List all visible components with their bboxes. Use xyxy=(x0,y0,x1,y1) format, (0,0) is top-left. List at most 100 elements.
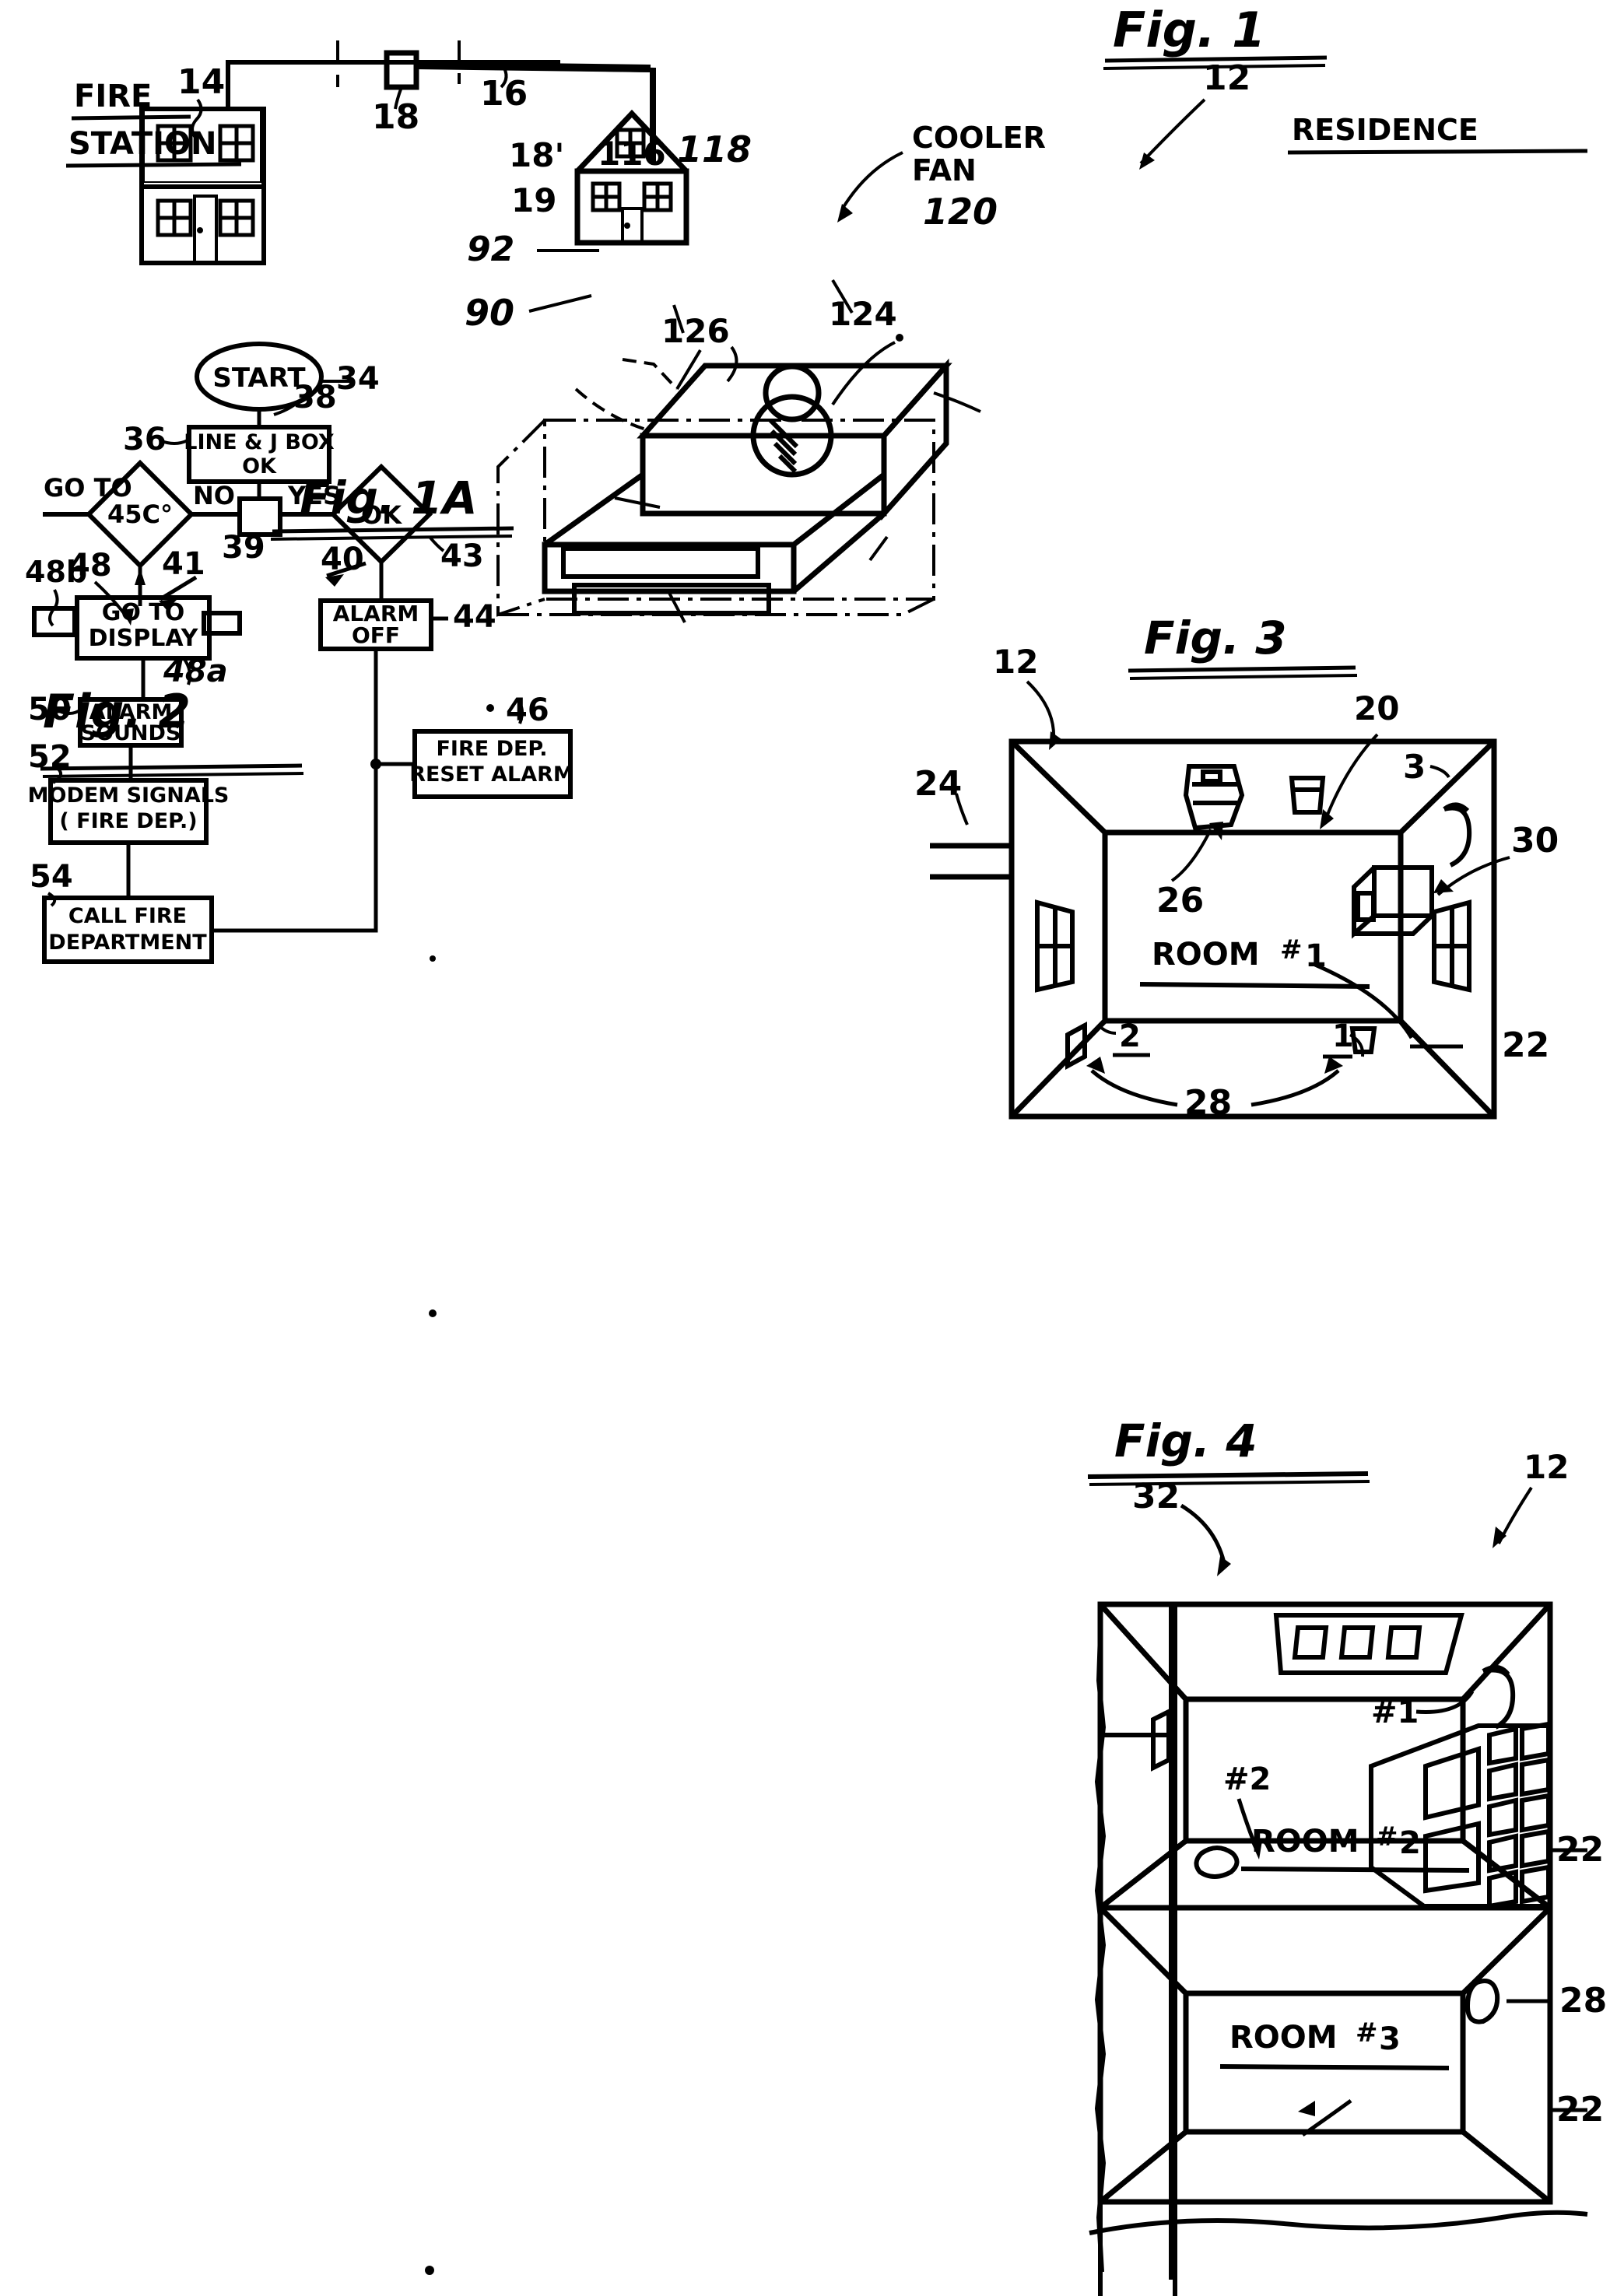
ref-126: 126 xyxy=(661,312,730,350)
ref-12-fig1: 12 xyxy=(1203,58,1250,98)
room2-label-hash: # xyxy=(1376,1821,1398,1853)
room1-label: ROOM # 1 xyxy=(1139,934,1370,989)
flow-node-modem-line2: ( FIRE DEP.) xyxy=(59,809,197,833)
figure-2: Fig. 2 START 34 38 LINE & J BOX OK 36 39… xyxy=(25,342,574,964)
ref-20: 20 xyxy=(1354,689,1399,727)
flow-node-call-fire: CALL FIRE DEPARTMENT 54 xyxy=(30,859,214,964)
transmission-line xyxy=(226,40,656,165)
ref-16: 16 xyxy=(480,74,528,114)
ref-92: 92 xyxy=(467,230,514,269)
device-slots xyxy=(561,546,771,615)
ref-38: 38 xyxy=(293,380,337,415)
flow-node-modem-signals: MODEM SIGNALS ( FIRE DEP.) 52 xyxy=(28,739,230,845)
detector-2-label: 2 xyxy=(1119,1018,1141,1054)
room3-label-word: ROOM xyxy=(1229,2020,1338,2056)
residence-caption: RESIDENCE xyxy=(1287,113,1588,155)
figure-3: Fig. 3 12 20 24 26 3 30 ROOM # 1 22 2 1 … xyxy=(914,612,1559,1123)
detector-room3 xyxy=(1464,1979,1500,2024)
ref-12-fig4: 12 xyxy=(1524,1448,1569,1486)
ref-28-fig3: 28 xyxy=(1184,1083,1232,1123)
wall-phone-30 xyxy=(1443,802,1472,868)
ref-54: 54 xyxy=(30,859,73,895)
edge-label-yes: YES xyxy=(287,481,341,510)
cooler-fan-label-line1: COOLER xyxy=(912,121,1046,155)
residence-label: RESIDENCE xyxy=(1292,113,1478,147)
ref-50: 50 xyxy=(28,692,72,727)
junction-box-18: 18 xyxy=(372,50,419,137)
ref-3: 3 xyxy=(1403,748,1426,786)
ref-46: 46 xyxy=(506,692,549,728)
aux-box-48b xyxy=(32,606,77,637)
marker-1-label: #1 xyxy=(1371,1695,1419,1730)
ref-12-fig4-group: 12 xyxy=(1492,1448,1569,1548)
ref-22-fig3: 22 xyxy=(1502,1025,1549,1065)
cooler-fan-label-line2: FAN xyxy=(912,153,977,188)
ref-26-group: 26 xyxy=(1156,822,1223,920)
ref-20-group: 20 xyxy=(1320,689,1399,829)
ref-3-group: 3 xyxy=(1403,748,1450,786)
ref-14: 14 xyxy=(177,62,225,102)
ref-44: 44 xyxy=(453,599,496,635)
ref-120: 120 xyxy=(923,191,998,233)
ref-32: 32 xyxy=(1132,1477,1180,1516)
ground-line xyxy=(1089,2210,1588,2235)
ref-39: 39 xyxy=(222,530,265,566)
ref-22-room3-group: 22 xyxy=(1298,2090,1604,2137)
residence-house xyxy=(574,109,689,246)
flow-node-call-fire-line1: CALL FIRE xyxy=(68,904,187,928)
detector-room2 xyxy=(1194,1846,1240,1879)
feedback-path xyxy=(212,649,378,933)
flow-node-alarm-sounds-line2: SOUNDS xyxy=(81,721,181,745)
room1-label-hash: # xyxy=(1280,934,1303,966)
figure-4: Fig. 4 12 32 #1 #2 ROOM # 2 22 28 ROOM #… xyxy=(1087,1414,1607,2296)
fig3-title-group: Fig. 3 xyxy=(1128,612,1358,680)
flow-node-modem-line1: MODEM SIGNALS xyxy=(28,783,230,808)
flow-node-lineok-line2: OK xyxy=(242,454,277,478)
ref-124: 124 xyxy=(829,295,897,333)
ref-12-fig3: 12 xyxy=(993,643,1038,681)
fig4-title: Fig. 4 xyxy=(1114,1414,1257,1467)
device-housing xyxy=(542,358,952,594)
ref-34: 34 xyxy=(336,361,380,397)
flow-node-lineok-line1: LINE & J BOX xyxy=(184,430,335,454)
ref-52: 52 xyxy=(28,739,72,775)
room1-enclosure xyxy=(1008,738,1497,1120)
incoming-line-24: 24 xyxy=(914,764,1012,880)
drawing-canvas: Fig. 1 FIRE STATION RESIDENCE 14 18 16 1… xyxy=(25,2,1607,2296)
room1-label-word: ROOM xyxy=(1152,937,1260,973)
ref-12-fig1-group: 12 xyxy=(1139,58,1250,170)
ref-40: 40 xyxy=(321,542,364,577)
flow-node-reset-line1: FIRE DEP. xyxy=(436,737,547,761)
ref-26: 26 xyxy=(1156,881,1204,920)
room3-label-hash: # xyxy=(1356,2017,1378,2049)
ref-118: 118 xyxy=(677,128,752,170)
room2-label-word: ROOM xyxy=(1251,1824,1359,1860)
ref-18: 18 xyxy=(372,97,419,137)
ref-48a: 48a xyxy=(163,654,228,689)
ref-28-fig3-group: 28 xyxy=(1086,1057,1343,1123)
flow-node-alarm-off-line2: OFF xyxy=(352,622,400,648)
ref-28-fig4-group: 28 xyxy=(1507,1981,1607,2021)
flow-node-reset-line2: RESET ALARM xyxy=(409,762,574,787)
flow-node-goto-display-line2: DISPLAY xyxy=(89,625,199,652)
flow-node-start: START 34 xyxy=(195,342,380,412)
appliance-26 xyxy=(1183,764,1245,831)
fig4-title-group: Fig. 4 xyxy=(1087,1414,1370,1486)
ref-41: 41 xyxy=(162,546,205,582)
ref-22-room3: 22 xyxy=(1556,2090,1604,2129)
flow-node-decision-ok-label: OK xyxy=(361,500,402,530)
ref-12-fig3-group: 12 xyxy=(993,643,1061,750)
ref-19: 19 xyxy=(511,181,556,219)
ref-24: 24 xyxy=(914,764,962,804)
ref-16-group: 16 xyxy=(480,64,528,114)
ceiling-vent-32 xyxy=(1273,1613,1464,1675)
ref-30: 30 xyxy=(1511,821,1559,861)
marker-2-label: #2 xyxy=(1223,1761,1271,1797)
ref-28-fig4: 28 xyxy=(1559,1981,1607,2021)
flow-node-decision-45c-label: 45C° xyxy=(107,500,173,529)
ref-36: 36 xyxy=(123,422,167,457)
ref-116: 116 xyxy=(598,135,666,173)
fig3-title: Fig. 3 xyxy=(1144,612,1287,664)
figure-1: Fig. 1 FIRE STATION RESIDENCE 14 18 16 1… xyxy=(65,2,1588,265)
ref-22-room2: 22 xyxy=(1556,1830,1604,1870)
